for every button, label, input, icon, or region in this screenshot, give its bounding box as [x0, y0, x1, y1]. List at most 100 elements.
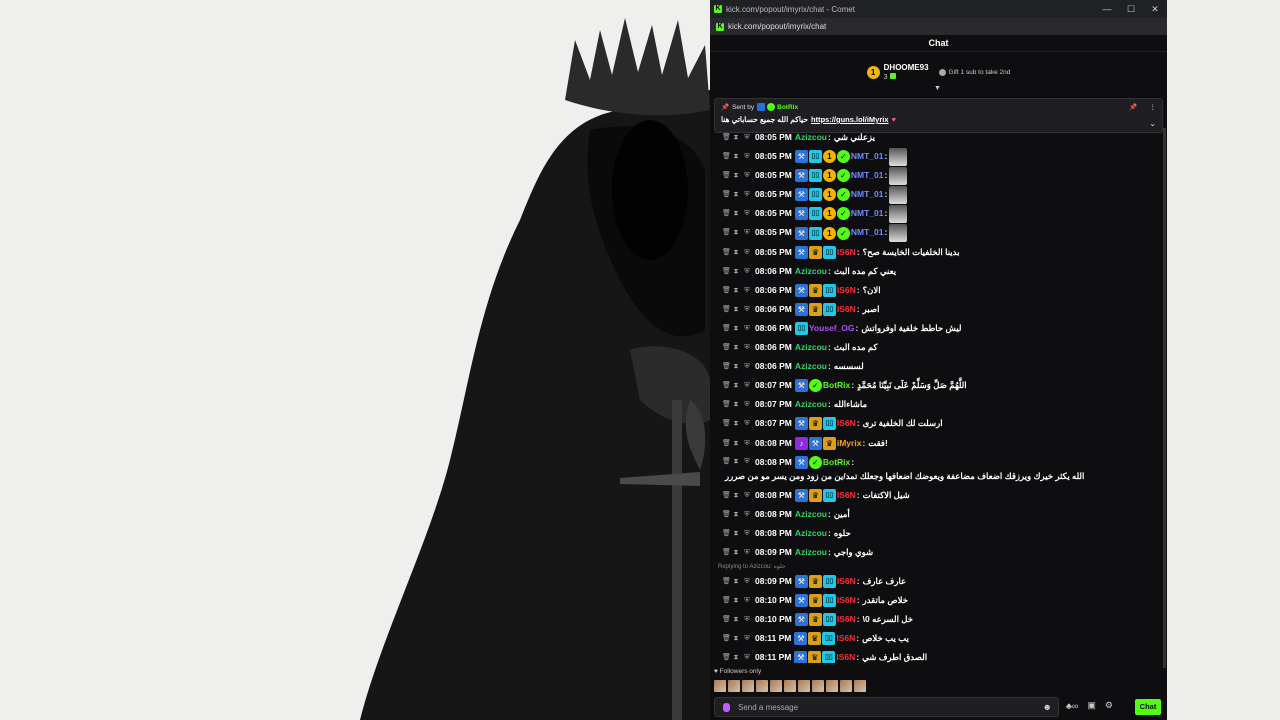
ban-shield-icon[interactable]: ⛨ — [744, 281, 750, 300]
timeout-icon[interactable]: ⧗ — [733, 414, 739, 433]
unpin-icon[interactable]: 📌 — [1129, 103, 1137, 111]
timeout-icon[interactable]: ⧗ — [733, 166, 739, 185]
chat-message[interactable]: 🗑 ⧗ ⛨ 08:08 PM ♪ ⚒ ♛ iMyrix: فقت! — [710, 434, 1167, 453]
ban-shield-icon[interactable]: ⛨ — [744, 166, 750, 185]
chat-message[interactable]: 🗑 ⧗ ⛨ 08:08 PM Azizcou: حلوه — [710, 524, 1167, 543]
minimize-button[interactable]: — — [1095, 4, 1119, 15]
ban-shield-icon[interactable]: ⛨ — [744, 648, 750, 663]
timeout-icon[interactable]: ⧗ — [733, 262, 739, 281]
chat-message[interactable]: 🗑 ⧗ ⛨ 08:11 PM ⚒ ♛ ▯▯ IS6N: يب يب خلاص — [710, 629, 1167, 648]
ban-shield-icon[interactable]: ⛨ — [744, 376, 750, 395]
ban-shield-icon[interactable]: ⛨ — [744, 223, 750, 242]
delete-icon[interactable]: 🗑 — [722, 243, 731, 262]
emote-5[interactable] — [770, 680, 782, 692]
message-username[interactable]: Yousef_OG — [809, 319, 855, 338]
chat-message[interactable]: 🗑 ⧗ ⛨ 08:06 PM Azizcou: كم مده البث — [710, 338, 1167, 357]
timeout-icon[interactable]: ⧗ — [733, 147, 739, 166]
message-username[interactable]: IS6N — [837, 243, 856, 262]
points-icon[interactable]: ♣∞ — [1066, 701, 1078, 711]
timeout-icon[interactable]: ⧗ — [733, 455, 739, 469]
gift-leaderboard[interactable]: 1 DHOOME93 3 Gift 1 sub to take 2nd ▼ — [710, 52, 1167, 92]
message-username[interactable]: Azizcou — [795, 395, 827, 414]
mic-icon[interactable] — [723, 702, 730, 712]
delete-icon[interactable]: 🗑 — [722, 204, 731, 223]
timeout-icon[interactable]: ⧗ — [733, 357, 739, 376]
message-username[interactable]: NMT_01 — [851, 204, 884, 223]
delete-icon[interactable]: 🗑 — [722, 486, 731, 505]
delete-icon[interactable]: 🗑 — [722, 300, 731, 319]
chat-message[interactable]: 🗑 ⧗ ⛨ 08:10 PM ⚒ ♛ ▯▯ IS6N: \خل السرعه 0 — [710, 610, 1167, 629]
chat-message[interactable]: 🗑 ⧗ ⛨ 08:06 PM ▯▯ Yousef_OG: ليش حاطط خلفية او… — [710, 319, 1167, 338]
delete-icon[interactable]: 🗑 — [722, 629, 731, 648]
ban-shield-icon[interactable]: ⛨ — [744, 434, 750, 453]
chat-message[interactable]: 🗑 ⧗ ⛨ 08:07 PM Azizcou: ماشاءالله — [710, 395, 1167, 414]
message-username[interactable]: IS6N — [836, 629, 855, 648]
delete-icon[interactable]: 🗑 — [722, 395, 731, 414]
message-username[interactable]: NMT_01 — [851, 223, 884, 242]
gift-box-icon[interactable]: ▣ — [1087, 700, 1096, 711]
emote-11[interactable] — [854, 680, 866, 692]
message-username[interactable]: BotRix — [823, 376, 850, 395]
gift-prompt[interactable]: Gift 1 sub to take 2nd — [938, 68, 1010, 76]
delete-icon[interactable]: 🗑 — [722, 319, 731, 338]
emoji-picker-icon[interactable]: ☻ — [1043, 702, 1052, 712]
timeout-icon[interactable]: ⧗ — [733, 629, 739, 648]
ban-shield-icon[interactable]: ⛨ — [744, 262, 750, 281]
message-username[interactable]: Azizcou — [795, 338, 827, 357]
emote-6[interactable] — [784, 680, 796, 692]
message-username[interactable]: IS6N — [837, 486, 856, 505]
chat-message[interactable]: 🗑 ⧗ ⛨ 08:06 PM Azizcou: لسسسه — [710, 357, 1167, 376]
message-username[interactable]: Azizcou — [795, 357, 827, 376]
ban-shield-icon[interactable]: ⛨ — [744, 357, 750, 376]
address-bar[interactable]: K kick.com/popout/imyrix/chat — [710, 18, 1167, 35]
timeout-icon[interactable]: ⧗ — [733, 338, 739, 357]
ban-shield-icon[interactable]: ⛨ — [744, 243, 750, 262]
ban-shield-icon[interactable]: ⛨ — [744, 591, 750, 610]
chat-message[interactable]: 🗑 ⧗ ⛨ 08:07 PM ⚒ ♛ ▯▯ IS6N: ارسلت لك الخلفية ترى — [710, 414, 1167, 433]
emote-9[interactable] — [826, 680, 838, 692]
more-options-icon[interactable]: ⋮ — [1150, 103, 1157, 111]
delete-icon[interactable]: 🗑 — [722, 505, 731, 524]
chat-message[interactable]: 🗑 ⧗ ⛨ 08:05 PM ⚒ ▯▯ 1 ✓ NMT_01: — [710, 166, 1167, 185]
expand-chevron-icon[interactable]: ⌄ — [1149, 119, 1156, 128]
delete-icon[interactable]: 🗑 — [722, 338, 731, 357]
delete-icon[interactable]: 🗑 — [722, 610, 731, 629]
timeout-icon[interactable]: ⧗ — [733, 376, 739, 395]
message-username[interactable]: Azizcou — [795, 524, 827, 543]
emote-2[interactable] — [728, 680, 740, 692]
delete-icon[interactable]: 🗑 — [722, 524, 731, 543]
ban-shield-icon[interactable]: ⛨ — [744, 319, 750, 338]
timeout-icon[interactable]: ⧗ — [733, 572, 739, 591]
chat-message[interactable]: 🗑 ⧗ ⛨ 08:05 PM ⚒ ▯▯ 1 ✓ NMT_01: — [710, 223, 1167, 243]
chat-message[interactable]: 🗑 ⧗ ⛨ 08:08 PM Azizcou: أمين — [710, 505, 1167, 524]
delete-icon[interactable]: 🗑 — [722, 434, 731, 453]
message-input[interactable]: Send a message ☻ — [714, 697, 1059, 717]
delete-icon[interactable]: 🗑 — [722, 166, 731, 185]
timeout-icon[interactable]: ⧗ — [733, 524, 739, 543]
ban-shield-icon[interactable]: ⛨ — [744, 300, 750, 319]
emote-8[interactable] — [812, 680, 824, 692]
chat-message[interactable]: 🗑 ⧗ ⛨ 08:08 PM ⚒ ♛ ▯▯ IS6N: شيل الاكتفات — [710, 486, 1167, 505]
chat-message[interactable]: 🗑 ⧗ ⛨ 08:05 PM ⚒ ♛ ▯▯ IS6N: بدينا الخلفيات الخاي… — [710, 243, 1167, 262]
ban-shield-icon[interactable]: ⛨ — [744, 147, 750, 166]
chat-message[interactable]: 🗑 ⧗ ⛨ 08:05 PM ⚒ ▯▯ 1 ✓ NMT_01: — [710, 185, 1167, 204]
delete-icon[interactable]: 🗑 — [722, 223, 731, 242]
ban-shield-icon[interactable]: ⛨ — [744, 572, 750, 591]
emote-7[interactable] — [798, 680, 810, 692]
delete-icon[interactable]: 🗑 — [722, 357, 731, 376]
timeout-icon[interactable]: ⧗ — [733, 648, 739, 663]
pinned-message[interactable]: 📌 Sent by BotRix 📌 ⋮ حياكم الله جميع حسا… — [714, 98, 1163, 133]
message-username[interactable]: Azizcou — [795, 505, 827, 524]
settings-gear-icon[interactable]: ⚙ — [1105, 700, 1113, 711]
emote-bar[interactable] — [714, 680, 866, 692]
chat-messages[interactable]: 🗑 ⧗ ⛨ 08:05 PM Azizcou: يزعلني شي 🗑 ⧗ ⛨ 08:05 PM ⚒… — [710, 128, 1167, 663]
emote-3[interactable] — [742, 680, 754, 692]
timeout-icon[interactable]: ⧗ — [733, 610, 739, 629]
ban-shield-icon[interactable]: ⛨ — [744, 185, 750, 204]
delete-icon[interactable]: 🗑 — [722, 591, 731, 610]
emote-1[interactable] — [714, 680, 726, 692]
message-username[interactable]: BotRix — [823, 455, 850, 469]
ban-shield-icon[interactable]: ⛨ — [744, 629, 750, 648]
ban-shield-icon[interactable]: ⛨ — [744, 543, 750, 562]
timeout-icon[interactable]: ⧗ — [733, 543, 739, 562]
